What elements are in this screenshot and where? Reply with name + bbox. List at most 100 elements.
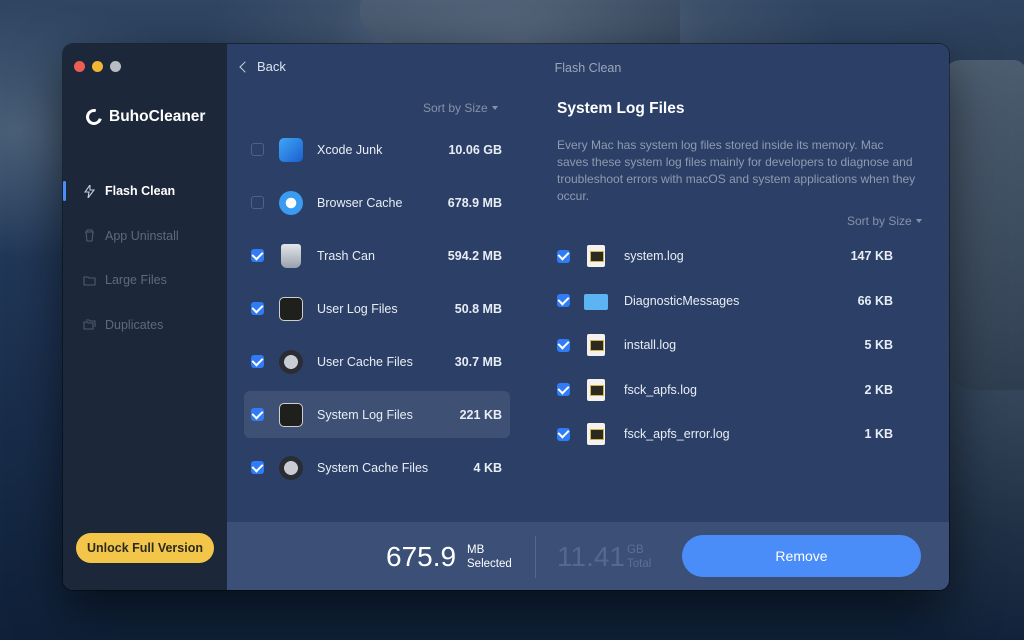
category-size: 4 KB	[473, 460, 502, 475]
app-name: BuhoCleaner	[109, 108, 206, 125]
minimize-button[interactable]	[92, 61, 103, 72]
log-file-icon	[587, 423, 605, 446]
sidebar-item-label: App Uninstall	[105, 228, 179, 243]
app-logo: BuhoCleaner	[83, 106, 206, 128]
log-file-icon	[587, 334, 605, 357]
checkbox[interactable]	[251, 461, 264, 474]
console-log-icon	[279, 296, 303, 321]
total-caption: Total	[627, 558, 652, 570]
category-name: User Log Files	[317, 301, 398, 316]
category-size: 221 KB	[459, 407, 502, 422]
category-size: 30.7 MB	[454, 354, 502, 369]
file-name: install.log	[624, 338, 677, 353]
sidebar-item-label: Large Files	[105, 273, 167, 288]
category-name: System Cache Files	[317, 460, 429, 475]
category-row-system-log-files[interactable]: System Log Files 221 KB	[244, 391, 510, 438]
folder-icon	[584, 294, 608, 311]
sidebar-item-app-uninstall[interactable]: App Uninstall	[63, 214, 227, 259]
category-row-user-cache-files[interactable]: User Cache Files 30.7 MB	[244, 335, 510, 388]
sidebar: BuhoCleaner Flash Clean App Uninstall La…	[63, 44, 227, 590]
file-size: 1 KB	[864, 427, 893, 442]
sort-label: Sort by Size	[847, 214, 912, 228]
zoom-button[interactable]	[110, 61, 121, 72]
file-name: fsck_apfs_error.log	[624, 427, 730, 442]
sort-label: Sort by Size	[423, 101, 488, 115]
sidebar-item-flash-clean[interactable]: Flash Clean	[63, 169, 227, 214]
category-list: Xcode Junk 10.06 GB Browser Cache 678.9 …	[244, 123, 510, 494]
category-name: Trash Can	[317, 248, 375, 263]
footer-bar: 675.9 MB Selected 11.41 GB Total Remove	[227, 522, 949, 590]
category-name: Browser Cache	[317, 195, 403, 210]
detail-description: Every Mac has system log files stored in…	[557, 138, 916, 203]
checkbox[interactable]	[251, 302, 264, 315]
app-window: BuhoCleaner Flash Clean App Uninstall La…	[63, 44, 949, 590]
file-name: DiagnosticMessages	[624, 293, 740, 308]
selected-unit: MB	[467, 544, 485, 556]
category-name: Xcode Junk	[317, 142, 383, 157]
main-panel: Back Flash Clean Sort by Size Xcode Junk…	[227, 44, 949, 522]
category-name: System Log Files	[317, 407, 413, 422]
unlock-full-version-button[interactable]: Unlock Full Version	[76, 533, 214, 563]
close-button[interactable]	[74, 61, 85, 72]
duplicates-icon	[83, 318, 96, 331]
page-title: Flash Clean	[554, 61, 622, 75]
category-size: 50.8 MB	[454, 301, 502, 316]
file-size: 5 KB	[864, 338, 893, 353]
category-row-system-cache-files[interactable]: System Cache Files 4 KB	[244, 441, 510, 494]
category-row-user-log-files[interactable]: User Log Files 50.8 MB	[244, 282, 510, 335]
file-size: 2 KB	[864, 382, 893, 397]
remove-button[interactable]: Remove	[682, 535, 921, 577]
xcode-icon	[279, 137, 303, 162]
category-sort-dropdown[interactable]: Sort by Size	[423, 101, 498, 115]
category-row-trash-can[interactable]: Trash Can 594.2 MB	[244, 229, 510, 282]
category-row-browser-cache[interactable]: Browser Cache 678.9 MB	[244, 176, 510, 229]
file-row[interactable]: fsck_apfs.log 2 KB	[557, 368, 897, 413]
flash-icon	[83, 184, 96, 198]
checkbox[interactable]	[557, 249, 570, 263]
sidebar-item-label: Duplicates	[105, 317, 164, 332]
sidebar-item-duplicates[interactable]: Duplicates	[63, 303, 227, 348]
console-gear-icon	[279, 402, 303, 427]
checkbox[interactable]	[251, 408, 264, 421]
sidebar-nav: Flash Clean App Uninstall Large Files Du…	[63, 169, 227, 347]
selected-size-label: MB Selected	[467, 543, 512, 571]
trash-icon	[83, 229, 96, 242]
chevron-down-icon	[915, 219, 922, 223]
checkbox[interactable]	[557, 338, 570, 352]
checkbox[interactable]	[251, 196, 264, 209]
category-row-xcode-junk[interactable]: Xcode Junk 10.06 GB	[244, 123, 510, 176]
file-name: system.log	[624, 249, 684, 264]
checkbox[interactable]	[251, 355, 264, 368]
category-size: 678.9 MB	[447, 195, 502, 210]
trash-can-icon	[281, 243, 301, 268]
total-size-value: 11.41	[557, 541, 625, 572]
file-size: 66 KB	[857, 293, 893, 308]
category-size: 10.06 GB	[448, 142, 502, 157]
file-row[interactable]: install.log 5 KB	[557, 323, 897, 368]
file-size: 147 KB	[850, 249, 893, 264]
log-file-icon	[587, 245, 605, 268]
checkbox[interactable]	[557, 427, 570, 441]
chevron-down-icon	[491, 106, 498, 110]
divider	[535, 536, 536, 578]
checkbox[interactable]	[557, 383, 570, 397]
total-unit: GB	[627, 544, 644, 556]
selected-caption: Selected	[467, 558, 512, 570]
checkbox[interactable]	[557, 294, 570, 308]
cache-clock-icon	[279, 349, 303, 374]
file-list: system.log 147 KB DiagnosticMessages 66 …	[557, 234, 897, 457]
checkbox[interactable]	[251, 143, 264, 156]
file-row[interactable]: fsck_apfs_error.log 1 KB	[557, 412, 897, 457]
log-file-icon	[587, 378, 605, 401]
cache-gear-icon	[279, 455, 303, 480]
file-sort-dropdown[interactable]: Sort by Size	[847, 214, 922, 228]
file-name: fsck_apfs.log	[624, 382, 697, 397]
category-size: 594.2 MB	[447, 248, 502, 263]
file-row[interactable]: system.log 147 KB	[557, 234, 897, 279]
checkbox[interactable]	[251, 249, 264, 262]
sidebar-item-large-files[interactable]: Large Files	[63, 258, 227, 303]
total-size-label: GB Total	[627, 543, 651, 571]
detail-title: System Log Files	[557, 100, 685, 117]
buho-logo-icon	[83, 106, 105, 128]
file-row[interactable]: DiagnosticMessages 66 KB	[557, 279, 897, 324]
